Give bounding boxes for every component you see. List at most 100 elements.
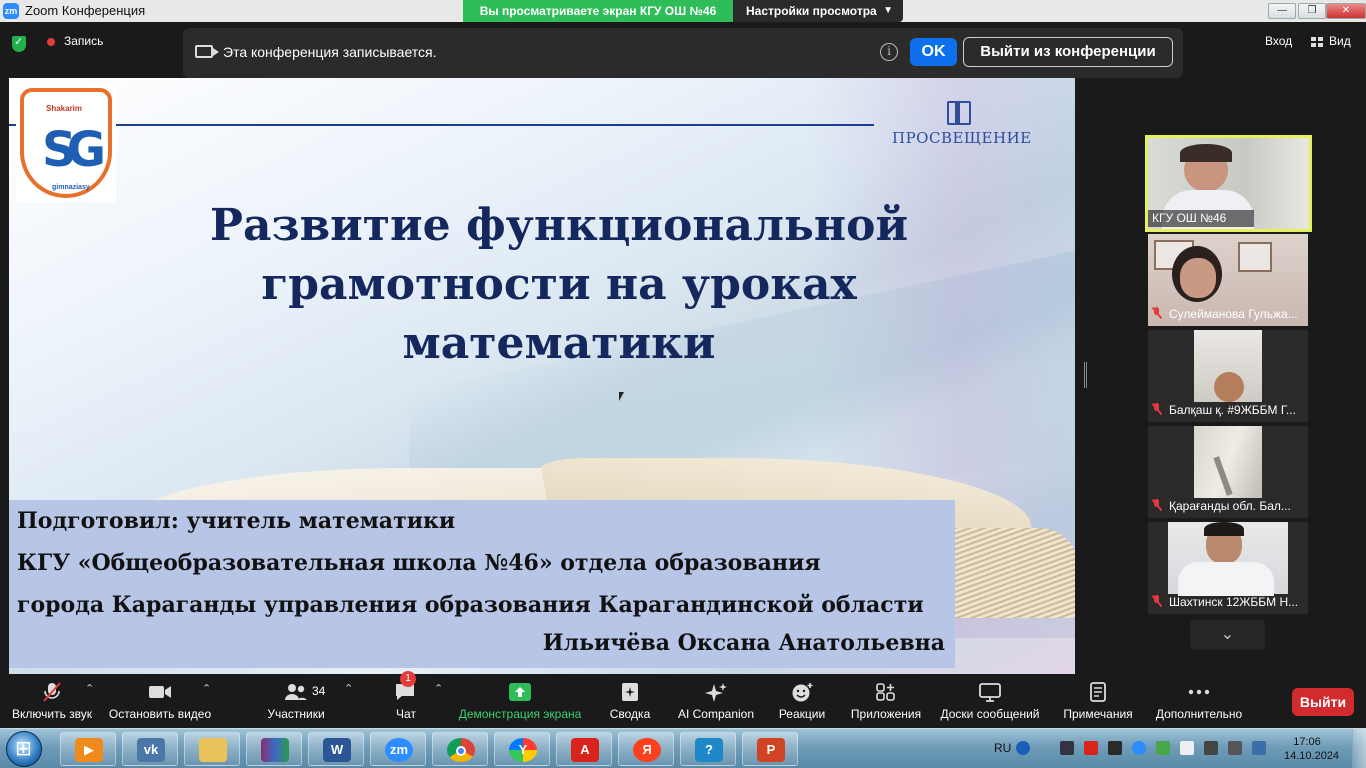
- taskbar-yandex[interactable]: Я: [618, 732, 674, 766]
- more-button[interactable]: Дополнительно: [1152, 676, 1246, 728]
- taskbar-file-explorer[interactable]: [184, 732, 240, 766]
- stop-video-button[interactable]: ⌃ Остановить видео: [106, 676, 214, 728]
- taskbar-app-blue[interactable]: ?: [680, 732, 736, 766]
- participant-tile[interactable]: Шахтинск 12ЖББМ Н...: [1148, 522, 1308, 614]
- author-line: Подготовил: учитель математики: [17, 508, 456, 534]
- slide-title: Развитие функциональной грамотности на у…: [129, 196, 989, 373]
- view-grid-icon[interactable]: [1311, 37, 1323, 47]
- close-button[interactable]: ✕: [1326, 3, 1366, 19]
- maximize-button[interactable]: ❐: [1298, 3, 1326, 19]
- taskbar-winrar[interactable]: [246, 732, 302, 766]
- taskbar-vk[interactable]: vk: [122, 732, 178, 766]
- system-clock[interactable]: 17:06 14.10.2024: [1284, 735, 1340, 763]
- zoom-tray-icon[interactable]: [1132, 741, 1146, 755]
- more-participants-chevron-icon[interactable]: ⌄: [1190, 620, 1265, 650]
- audio-options-caret-icon[interactable]: ⌃: [85, 682, 94, 695]
- slide-title-line: математики: [402, 318, 716, 369]
- help-tray-icon[interactable]: [1016, 741, 1030, 755]
- network-tray-icon[interactable]: [1204, 741, 1218, 755]
- apps-label: Приложения: [850, 707, 922, 721]
- summary-button[interactable]: Сводка: [604, 676, 656, 728]
- school-logo: Shakarim SG gimnaziasy: [16, 85, 116, 202]
- acrobat-tray-icon[interactable]: [1084, 741, 1098, 755]
- sparkle-icon: [705, 683, 727, 702]
- enter-button[interactable]: Вход: [1265, 34, 1292, 48]
- participant-tile[interactable]: КГУ ОШ №46: [1145, 135, 1312, 232]
- taskbar-media-player[interactable]: ▶: [60, 732, 116, 766]
- word-icon: W: [323, 738, 351, 762]
- title-bar: zm Zoom Конференция Вы просматриваете эк…: [0, 0, 1366, 22]
- record-dot-icon: [47, 38, 55, 46]
- whiteboards-button[interactable]: Доски сообщений: [936, 676, 1044, 728]
- app-tray-icon[interactable]: [1108, 741, 1122, 755]
- display-tray-icon[interactable]: [1060, 741, 1074, 755]
- chrome-icon: [447, 738, 475, 762]
- participant-tile[interactable]: Балқаш қ. #9ЖББМ Г...: [1148, 330, 1308, 422]
- minimize-button[interactable]: —: [1268, 3, 1296, 19]
- ai-companion-label: AI Companion: [677, 707, 755, 721]
- participant-tile[interactable]: Қарағанды обл. Бал...: [1148, 426, 1308, 518]
- security-tray-icon[interactable]: [1156, 741, 1170, 755]
- mic-muted-icon: [1151, 307, 1163, 319]
- recording-camera-icon: [195, 45, 219, 58]
- taskbar-acrobat[interactable]: A: [556, 732, 612, 766]
- exit-meeting-button[interactable]: Выйти: [1292, 688, 1354, 716]
- apps-icon: [876, 683, 895, 701]
- share-screen-button[interactable]: Демонстрация экрана: [456, 676, 584, 728]
- panel-resize-handle[interactable]: [1084, 362, 1087, 388]
- mic-muted-icon: [1151, 595, 1163, 607]
- unmute-button[interactable]: ⌃ Включить звук: [5, 676, 99, 728]
- author-name: Ильичёва Оксана Анатольевна: [542, 630, 945, 656]
- taskbar-powerpoint[interactable]: P: [742, 732, 798, 766]
- language-indicator[interactable]: RU: [994, 741, 1011, 755]
- logo-letters: SG: [42, 122, 106, 178]
- view-button[interactable]: Вид: [1329, 34, 1351, 48]
- chat-caret-icon[interactable]: ⌃: [434, 682, 443, 695]
- ok-button[interactable]: OK: [910, 38, 957, 66]
- slide-title-line: Развитие функциональной: [209, 200, 909, 251]
- summary-label: Сводка: [609, 707, 651, 721]
- apps-button[interactable]: Приложения: [846, 676, 926, 728]
- ai-companion-button[interactable]: AI Companion: [674, 676, 758, 728]
- clock-date: 14.10.2024: [1284, 750, 1340, 762]
- participants-caret-icon[interactable]: ⌃: [344, 682, 353, 695]
- participant-tile[interactable]: Сулейманова Гульжа...: [1148, 234, 1308, 326]
- taskbar-yandex-browser[interactable]: Y: [494, 732, 550, 766]
- reactions-button[interactable]: Реакции: [776, 676, 828, 728]
- taskbar-chrome[interactable]: [432, 732, 488, 766]
- speaker-tray-icon[interactable]: [1180, 741, 1194, 755]
- participant-name: Сулейманова Гульжа...: [1151, 306, 1305, 323]
- show-desktop-button[interactable]: [1352, 729, 1366, 768]
- zoom-logo-icon: zm: [3, 3, 19, 19]
- participant-name: Шахтинск 12ЖББМ Н...: [1151, 594, 1305, 611]
- slide-header-rule: [9, 124, 874, 126]
- powerpoint-icon: P: [757, 738, 785, 762]
- chat-button[interactable]: 1 ⌃ Чат: [386, 671, 443, 728]
- info-icon[interactable]: i: [880, 43, 898, 61]
- notes-button[interactable]: Примечания: [1060, 676, 1136, 728]
- notes-label: Примечания: [1063, 707, 1133, 721]
- video-options-caret-icon[interactable]: ⌃: [202, 682, 211, 695]
- publisher-name: ПРОСВЕЩЕНИЕ: [892, 129, 1032, 147]
- zoom-window: zm Zoom Конференция Вы просматриваете эк…: [0, 0, 1366, 768]
- security-shield-icon[interactable]: [12, 35, 26, 52]
- unmute-label: Включить звук: [11, 707, 93, 721]
- participants-count: 34: [312, 684, 326, 698]
- leave-meeting-button[interactable]: Выйти из конференции: [963, 37, 1173, 67]
- taskbar-zoom[interactable]: zm: [370, 732, 426, 766]
- taskbar-word[interactable]: W: [308, 732, 364, 766]
- recording-notice: Эта конференция записывается. i OK Выйти…: [183, 28, 1183, 78]
- meeting-top-bar: Запись Эта конференция записывается. i O…: [0, 22, 1366, 78]
- mic-muted-icon: [1151, 499, 1163, 511]
- start-button[interactable]: [6, 731, 42, 767]
- participants-button[interactable]: 34 ⌃ Участники: [262, 676, 353, 728]
- notification-tray-icon[interactable]: [1228, 741, 1242, 755]
- app-blue-icon: ?: [695, 738, 723, 762]
- recording-indicator[interactable]: Запись: [64, 34, 103, 48]
- publisher-logo-icon: [947, 101, 971, 125]
- slide-title-line: грамотности на уроках: [261, 259, 857, 310]
- winrar-icon: [261, 738, 289, 762]
- view-settings-dropdown[interactable]: Настройки просмотра ▼: [733, 0, 903, 22]
- battery-tray-icon[interactable]: [1252, 741, 1266, 755]
- whiteboards-label: Доски сообщений: [940, 707, 1040, 721]
